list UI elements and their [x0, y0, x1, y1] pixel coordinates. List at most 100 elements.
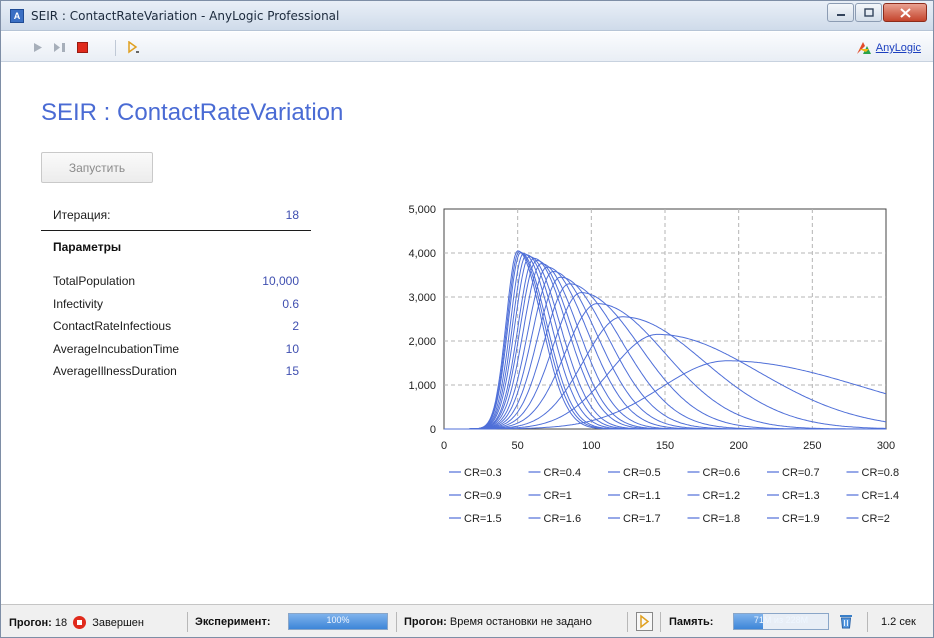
- step-button[interactable]: [53, 40, 67, 54]
- parameter-name: TotalPopulation: [53, 274, 136, 288]
- window-controls: [826, 3, 927, 22]
- toolbar-separator: [115, 40, 116, 56]
- run-experiment-button[interactable]: Запустить: [41, 152, 153, 183]
- garbage-collect-button[interactable]: [839, 613, 853, 629]
- run-status: Прогон: 18 Завершен: [9, 616, 144, 629]
- legend-label: CR=1.1: [623, 490, 661, 502]
- finished-stop-icon: [73, 616, 87, 629]
- iteration-divider: [41, 230, 311, 231]
- legend-label: CR=0.5: [623, 467, 661, 479]
- run-until-icon: [128, 40, 139, 53]
- parameter-row: Infectivity 0.6: [53, 292, 311, 315]
- x-tick-label: 200: [729, 440, 747, 452]
- anylogic-logo-icon: [856, 42, 871, 54]
- parameter-value: 10,000: [262, 274, 299, 288]
- parameter-value: 0.6: [282, 296, 299, 311]
- minimize-icon: [836, 13, 845, 16]
- anylogic-link[interactable]: AnyLogic: [856, 41, 921, 55]
- experiment-label: Эксперимент:: [195, 616, 271, 628]
- legend-label: CR=1.4: [862, 490, 900, 502]
- parameter-value: 15: [285, 364, 299, 378]
- stop-button[interactable]: [75, 40, 89, 54]
- y-tick-label: 4,000: [408, 248, 436, 260]
- parameter-name: ContactRateInfectious: [53, 319, 172, 333]
- sir-time-plot: 0 50 100 150 200 250 300 0 1,000 2,000 3,000 4,000 5…: [408, 204, 900, 525]
- parameter-name: AverageIllnessDuration: [53, 364, 177, 378]
- legend-label: CR=2: [862, 513, 890, 525]
- run-number: 18: [54, 617, 68, 629]
- iteration-row: Итерация: 18: [53, 203, 311, 226]
- y-tick-label: 2,000: [408, 336, 436, 348]
- run-icon: [34, 42, 42, 52]
- stop-time-text: Время остановки не задано: [449, 616, 592, 628]
- status-separator: [396, 612, 397, 632]
- stop-icon: [76, 41, 88, 53]
- parameter-row: AverageIncubationTime 10: [53, 337, 311, 360]
- parameter-row: TotalPopulation 10,000: [53, 269, 311, 292]
- maximize-button[interactable]: [855, 3, 882, 22]
- status-separator: [627, 612, 628, 632]
- run-until-icon: [640, 614, 650, 629]
- maximize-icon: [863, 8, 874, 17]
- parameter-value: 2: [292, 319, 299, 333]
- elapsed-time: 1.2 сек: [881, 616, 916, 628]
- x-tick-label: 50: [512, 440, 524, 452]
- close-icon: [899, 7, 911, 18]
- legend-label: CR=0.3: [464, 467, 502, 479]
- plot-area: [443, 208, 887, 430]
- x-tick-label: 100: [582, 440, 600, 452]
- run-button[interactable]: [31, 40, 45, 54]
- status-separator: [660, 612, 661, 632]
- run-status-label: Прогон:: [9, 617, 52, 629]
- legend-label: CR=1.5: [464, 513, 502, 525]
- x-tick-label: 250: [803, 440, 821, 452]
- legend-label: CR=0.6: [703, 467, 741, 479]
- legend-label: CR=0.9: [464, 490, 502, 502]
- trash-icon: [840, 615, 852, 629]
- parameters-list: TotalPopulation 10,000 Infectivity 0.6 C…: [53, 269, 311, 382]
- x-tick-label: 0: [441, 440, 447, 452]
- parameter-row: AverageIllnessDuration 15: [53, 359, 311, 382]
- parameters-heading: Параметры: [53, 240, 122, 254]
- parameter-name: AverageIncubationTime: [53, 341, 180, 356]
- window-title: SEIR : ContactRateVariation - AnyLogic P…: [31, 9, 340, 23]
- toolbar: AnyLogic: [1, 32, 933, 62]
- legend-label: CR=1.3: [782, 490, 820, 502]
- y-tick-label: 5,000: [408, 204, 436, 216]
- minimize-button[interactable]: [827, 3, 854, 22]
- page-title: SEIR : ContactRateVariation: [41, 99, 344, 126]
- y-tick-label: 3,000: [408, 292, 436, 304]
- close-button[interactable]: [883, 3, 927, 22]
- anylogic-link-label: AnyLogic: [875, 42, 921, 54]
- y-tick-label: 1,000: [408, 380, 436, 392]
- x-tick-label: 300: [877, 440, 895, 452]
- x-tick-label: 150: [656, 440, 674, 452]
- stop-time-status: Прогон: Время остановки не задано: [404, 616, 592, 628]
- legend-label: CR=1.7: [623, 513, 661, 525]
- status-separator: [187, 612, 188, 632]
- experiment-progress-text: 100%: [326, 615, 350, 625]
- legend-label: CR=1.2: [703, 490, 741, 502]
- parameter-value: 10: [285, 341, 299, 356]
- legend-label: CR=1: [544, 490, 572, 502]
- run-state: Завершен: [92, 617, 144, 629]
- legend-label: CR=1.9: [782, 513, 820, 525]
- step-icon: [54, 42, 65, 52]
- app-window: A SEIR : ContactRateVariation - AnyLogic…: [0, 0, 934, 638]
- memory-usage-bar: 71M из 228M: [733, 613, 829, 630]
- legend-label: CR=0.8: [862, 467, 900, 479]
- run-until-toggle[interactable]: [636, 612, 653, 631]
- parameter-row: ContactRateInfectious 2: [53, 314, 311, 337]
- status-separator: [867, 612, 868, 632]
- run-until-button[interactable]: [127, 40, 141, 54]
- stop-time-label: Прогон:: [404, 616, 447, 628]
- iteration-value: 18: [285, 208, 299, 222]
- status-bar: Прогон: 18 Завершен Эксперимент: 100% Пр…: [1, 604, 933, 637]
- legend-label: CR=0.7: [782, 467, 820, 479]
- legend-label: CR=1.8: [703, 513, 741, 525]
- memory-label: Память:: [669, 616, 714, 628]
- y-tick-label: 0: [430, 424, 436, 436]
- memory-usage-text: 71M из 228M: [753, 615, 809, 625]
- title-bar[interactable]: A SEIR : ContactRateVariation - AnyLogic…: [1, 1, 933, 31]
- anylogic-app-icon: A: [10, 9, 24, 23]
